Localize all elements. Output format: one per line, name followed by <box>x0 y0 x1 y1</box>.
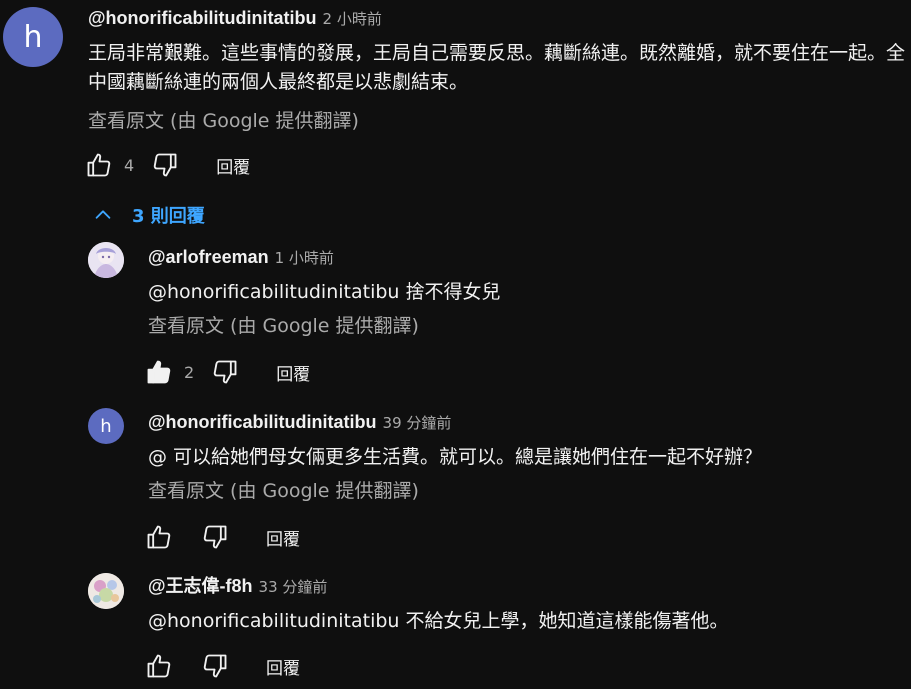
comment-actions: 4 回覆 <box>84 150 250 180</box>
dislike-button[interactable] <box>210 357 240 387</box>
thumb-down-icon <box>203 525 227 549</box>
replies-toggle[interactable]: 3 則回覆 <box>92 200 205 230</box>
like-button[interactable] <box>144 357 174 387</box>
comment-text: @ 可以給她們母女倆更多生活費。就可以。總是讓她們住在一起不好辦？ <box>148 446 763 468</box>
dislike-button[interactable] <box>200 522 230 552</box>
comment-text: @honorificabilitudinitatibu 捨不得女兒 <box>148 281 501 303</box>
reply-button[interactable]: 回覆 <box>266 525 300 550</box>
avatar-image <box>88 573 124 609</box>
author-avatar[interactable]: h <box>3 7 63 67</box>
reply-button[interactable]: 回覆 <box>276 360 310 385</box>
comment-time[interactable]: 1 小時前 <box>275 249 334 267</box>
reply-author-avatar[interactable]: h <box>88 408 124 444</box>
thumb-down-icon <box>213 360 237 384</box>
avatar-image <box>88 242 124 278</box>
comment-author[interactable]: @honorificabilitudinitatibu <box>148 412 377 432</box>
reply-comment: @arlofreeman 1 小時前 @honorificabilitudinit… <box>148 243 888 340</box>
comment-time[interactable]: 2 小時前 <box>323 10 382 28</box>
comment-time[interactable]: 33 分鐘前 <box>259 578 328 596</box>
replies-count-label: 3 則回覆 <box>132 206 205 227</box>
like-button[interactable] <box>144 651 174 681</box>
comment-author[interactable]: @arlofreeman <box>148 247 269 267</box>
see-original-link[interactable]: 查看原文 (由 Google 提供翻譯) <box>88 107 908 135</box>
like-count: 2 <box>184 362 195 382</box>
comment-actions: 回覆 <box>144 522 300 552</box>
see-original-link[interactable]: 查看原文 (由 Google 提供翻譯) <box>148 477 888 505</box>
chevron-up-icon <box>92 204 114 226</box>
avatar-letter: h <box>100 415 112 437</box>
comment-header: @arlofreeman 1 小時前 <box>148 243 888 271</box>
see-original-link[interactable]: 查看原文 (由 Google 提供翻譯) <box>148 312 888 340</box>
comment-header: @honorificabilitudinitatibu 2 小時前 <box>88 4 908 32</box>
comment-text: @honorificabilitudinitatibu 不給女兒上學，她知道這樣… <box>148 610 729 632</box>
reply-author-avatar[interactable] <box>88 573 124 609</box>
comment-header: @王志偉-f8h 33 分鐘前 <box>148 572 888 600</box>
comments-thread: h @honorificabilitudinitatibu 2 小時前 王局非常艱… <box>0 0 911 689</box>
comment-text: 王局非常艱難。這些事情的發展，王局自己需要反思。藕斷絲連。既然離婚，就不要住在一… <box>88 42 906 93</box>
reply-button[interactable]: 回覆 <box>266 654 300 679</box>
thumb-up-icon <box>147 654 171 678</box>
reply-comment: @honorificabilitudinitatibu 39 分鐘前 @ 可以給她… <box>148 408 888 505</box>
comment-author[interactable]: @honorificabilitudinitatibu <box>88 8 317 28</box>
thumb-down-icon <box>203 654 227 678</box>
reply-button[interactable]: 回覆 <box>216 153 250 178</box>
top-comment: @honorificabilitudinitatibu 2 小時前 王局非常艱難。… <box>88 4 908 135</box>
like-count: 4 <box>124 155 135 175</box>
like-button[interactable] <box>84 150 114 180</box>
comment-actions: 回覆 <box>144 651 300 681</box>
comment-header: @honorificabilitudinitatibu 39 分鐘前 <box>148 408 888 436</box>
reply-comment: @王志偉-f8h 33 分鐘前 @honorificabilitudinitati… <box>148 572 888 636</box>
like-button[interactable] <box>144 522 174 552</box>
comment-time[interactable]: 39 分鐘前 <box>383 414 452 432</box>
thumb-up-icon <box>147 525 171 549</box>
avatar-letter: h <box>23 19 43 55</box>
dislike-button[interactable] <box>150 150 180 180</box>
thumb-up-icon <box>87 153 111 177</box>
thumb-down-icon <box>153 153 177 177</box>
comment-author[interactable]: @王志偉-f8h <box>148 576 253 596</box>
comment-actions: 2 回覆 <box>144 357 310 387</box>
thumb-up-icon <box>147 360 171 384</box>
reply-author-avatar[interactable] <box>88 242 124 278</box>
dislike-button[interactable] <box>200 651 230 681</box>
